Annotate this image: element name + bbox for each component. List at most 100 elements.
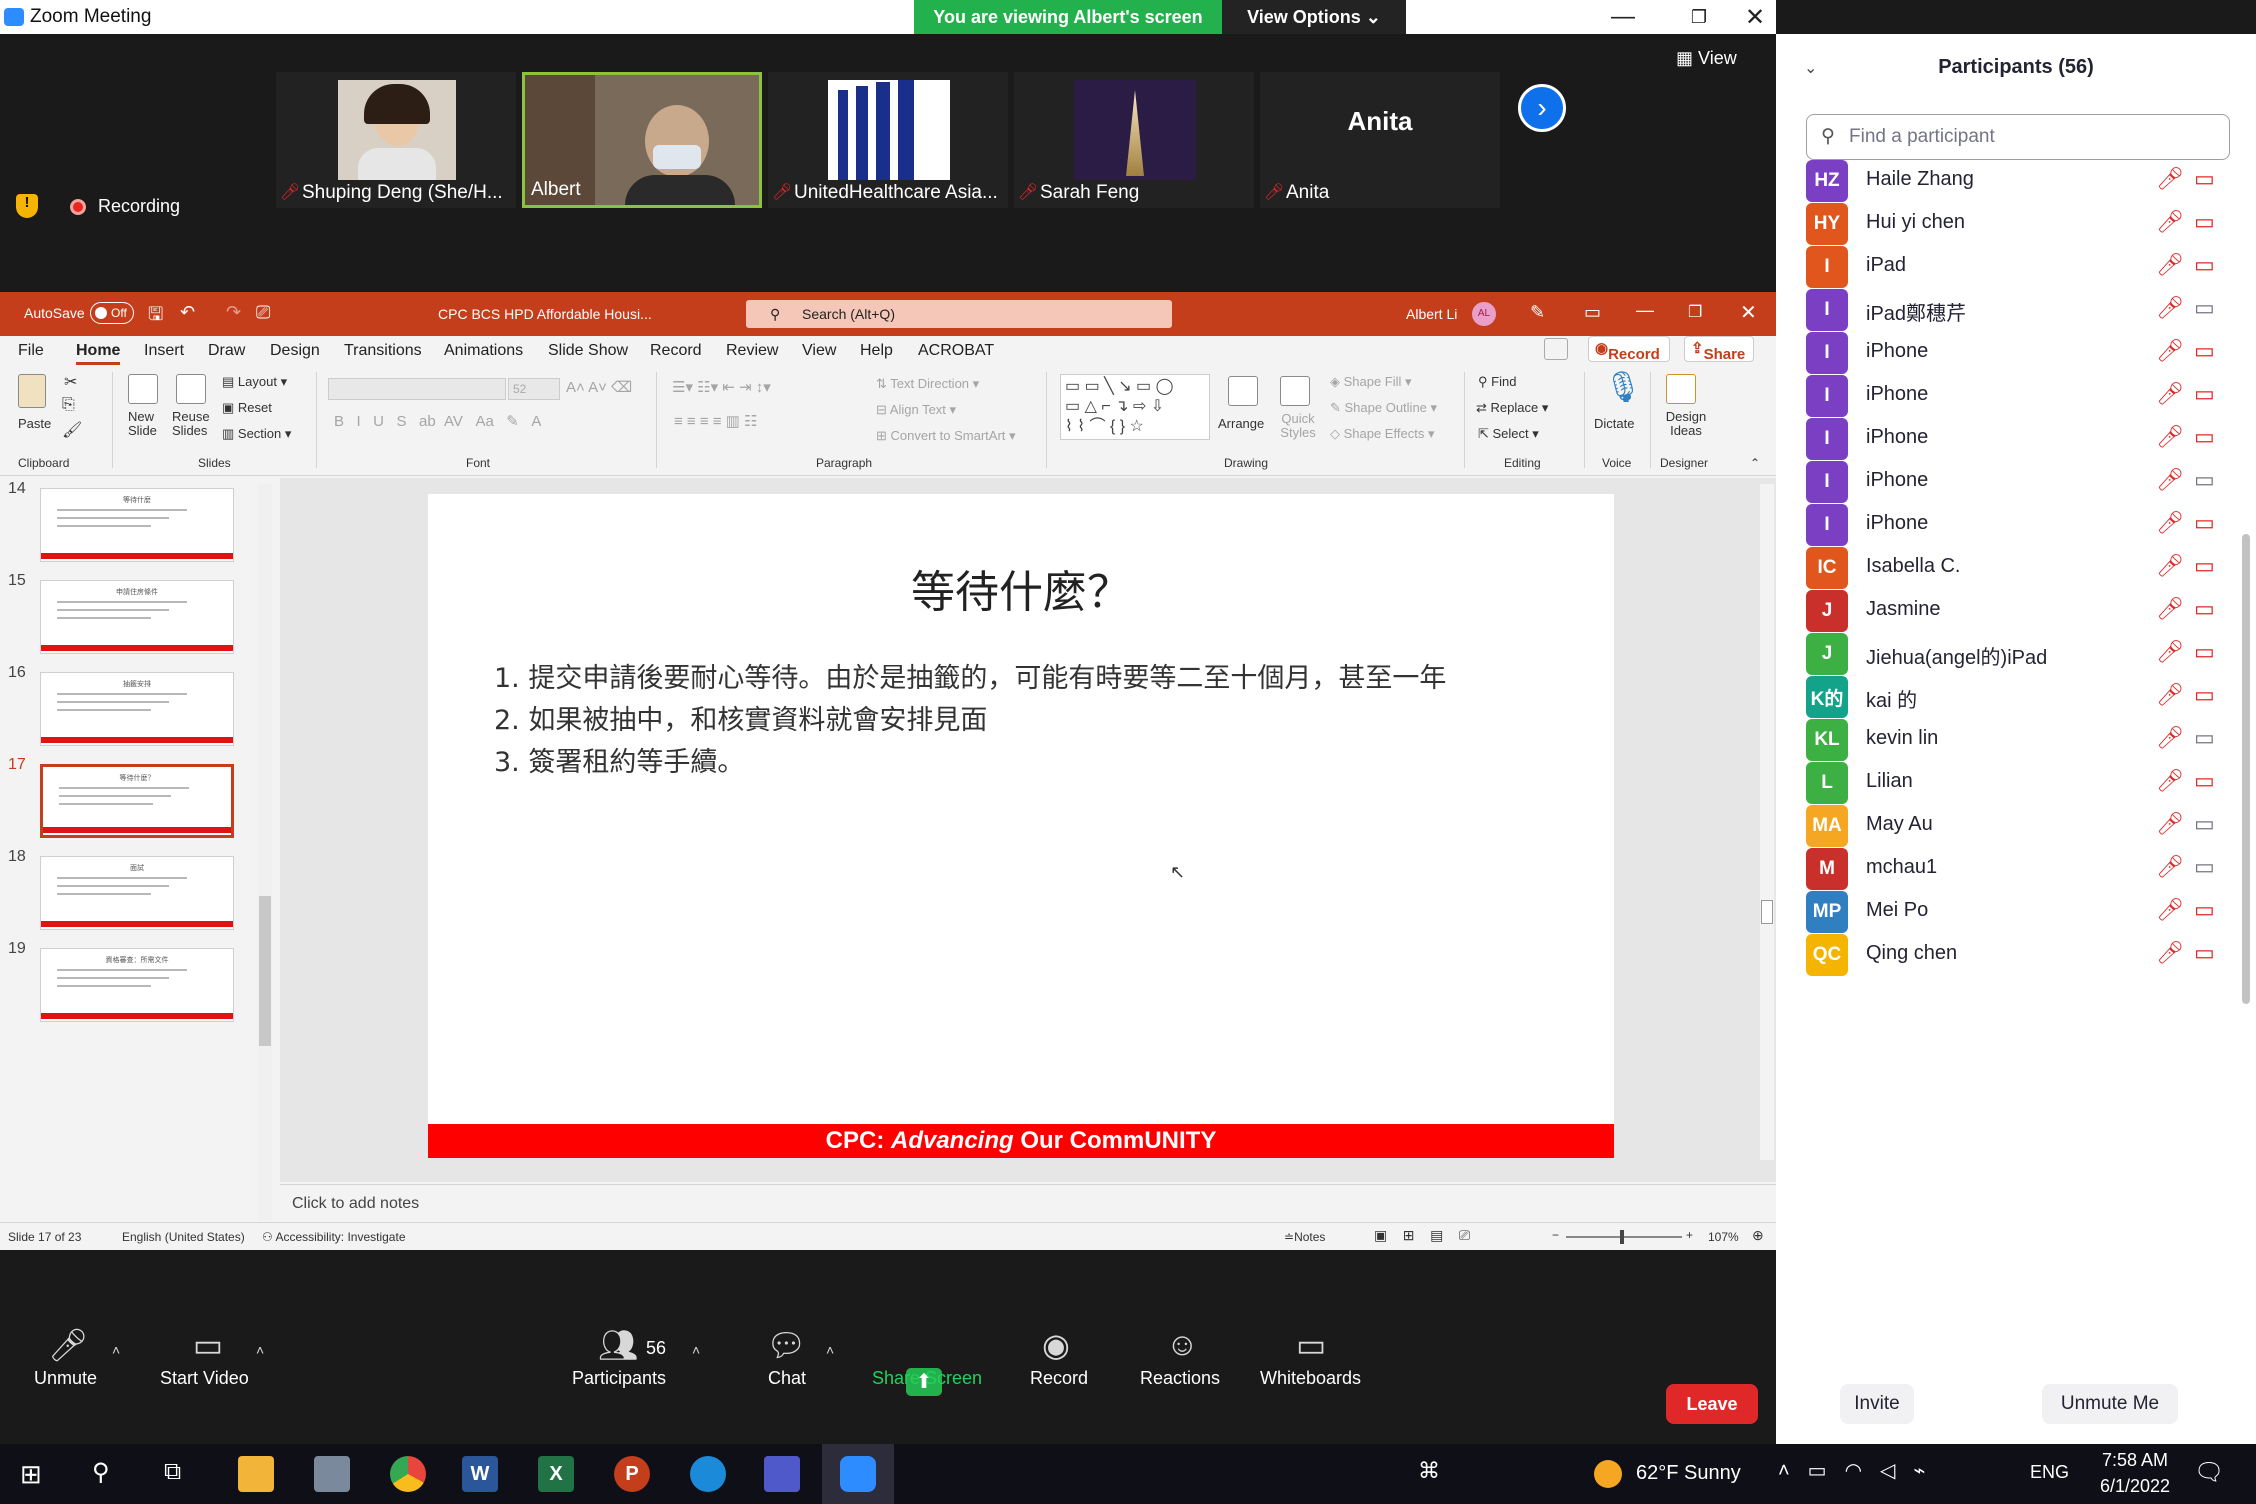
tab-transitions[interactable]: Transitions bbox=[344, 342, 422, 360]
slide-bullet-3[interactable]: 3. 簽署租約等手續。 bbox=[494, 740, 744, 779]
reactions-button[interactable]: Reactions bbox=[1140, 1368, 1220, 1389]
participant-row[interactable]: QC Qing chen 🎤︎ ▭ bbox=[1806, 924, 2236, 986]
paste-label[interactable]: Paste bbox=[18, 416, 51, 431]
invite-button[interactable]: Invite bbox=[1840, 1384, 1914, 1424]
shape-outline-button[interactable]: ✎ Shape Outline ▾ bbox=[1330, 400, 1437, 416]
list-icons[interactable]: ☰▾ ☷▾ ⇤ ⇥ ↕▾ bbox=[672, 378, 771, 396]
reset-button[interactable]: ▣ Reset bbox=[222, 400, 272, 416]
tab-record[interactable]: Record bbox=[650, 342, 702, 360]
search-icon[interactable]: ⚲ bbox=[92, 1458, 110, 1487]
quick-styles-label[interactable]: Quick Styles bbox=[1276, 412, 1320, 440]
reuse-slides-icon[interactable] bbox=[176, 374, 206, 404]
tab-home[interactable]: Home bbox=[76, 342, 121, 365]
slide-scroll-thumb[interactable] bbox=[1761, 900, 1773, 924]
zoom-in-icon[interactable]: + bbox=[1686, 1228, 1693, 1242]
tab-file[interactable]: File bbox=[18, 342, 44, 360]
clock-time[interactable]: 7:58 AM bbox=[2090, 1450, 2180, 1471]
shapes-gallery[interactable]: ▭ ▭ ╲ ↘ ▭ ◯ ▭ △ ⌐ ↴ ⇨ ⇩ ⌇ ⌇ ⌒ { } ☆ bbox=[1060, 374, 1210, 440]
paste-icon[interactable] bbox=[18, 374, 46, 408]
excel-icon[interactable]: X bbox=[538, 1456, 574, 1492]
tab-view[interactable]: View bbox=[802, 342, 836, 360]
text-direction-button[interactable]: ⇅ Text Direction ▾ bbox=[876, 376, 979, 392]
replace-button[interactable]: ⇄ Replace ▾ bbox=[1476, 400, 1548, 416]
record-button[interactable]: Record bbox=[1030, 1368, 1088, 1389]
undo-icon[interactable]: ↶ bbox=[180, 302, 195, 323]
notification-icon[interactable]: 🗨︎ bbox=[2194, 1458, 2224, 1487]
layout-button[interactable]: ▤ Layout ▾ bbox=[222, 374, 287, 390]
autosave-toggle[interactable]: Off bbox=[90, 302, 134, 324]
weather-text[interactable]: 62°F Sunny bbox=[1636, 1462, 1741, 1485]
whiteboard-icon[interactable]: ▭ bbox=[1296, 1326, 1326, 1364]
video-tile-shuping[interactable]: 🎤︎ Shuping Deng (She/H... bbox=[276, 72, 516, 208]
align-text-button[interactable]: ⊟ Align Text ▾ bbox=[876, 402, 956, 418]
zoom-out-icon[interactable]: − bbox=[1552, 1228, 1559, 1242]
tab-slide-show[interactable]: Slide Show bbox=[548, 342, 628, 360]
reuse-slides-label[interactable]: Reuse Slides bbox=[172, 410, 212, 438]
chat-chevron-icon[interactable]: ˄ bbox=[826, 1342, 834, 1358]
new-slide-icon[interactable] bbox=[128, 374, 158, 404]
user-avatar[interactable]: AL bbox=[1472, 302, 1496, 326]
edge-icon[interactable] bbox=[690, 1456, 726, 1492]
system-tray-icons[interactable]: ˄▭◠◁⌁ bbox=[1778, 1458, 1943, 1483]
convert-smartart-button[interactable]: ⊞ Convert to SmartArt ▾ bbox=[876, 428, 1016, 444]
thumbnail-scrollbar[interactable] bbox=[258, 484, 272, 1220]
security-shield-icon[interactable]: ! bbox=[16, 194, 38, 218]
format-painter-icon[interactable]: 🖌︎ bbox=[62, 420, 82, 440]
arrange-label[interactable]: Arrange bbox=[1218, 416, 1264, 431]
powerpoint-icon[interactable]: P bbox=[614, 1456, 650, 1492]
start-video-button[interactable]: Start Video bbox=[160, 1368, 249, 1389]
next-page-arrow-icon[interactable]: › bbox=[1518, 84, 1566, 132]
collapse-ribbon-icon[interactable]: ⌃ bbox=[1750, 456, 1760, 470]
tab-insert[interactable]: Insert bbox=[144, 342, 184, 360]
calculator-icon[interactable] bbox=[314, 1456, 350, 1492]
notes-toggle[interactable]: ≐Notes bbox=[1284, 1230, 1325, 1244]
video-tile-anita[interactable]: Anita 🎤︎ Anita bbox=[1260, 72, 1500, 208]
align-icons[interactable]: ≡ ≡ ≡ ≡ ▥ ☷ bbox=[674, 412, 757, 430]
reactions-icon[interactable]: ☺ bbox=[1166, 1326, 1199, 1363]
record-icon[interactable]: ◉ bbox=[1042, 1326, 1070, 1364]
shape-effects-button[interactable]: ◇ Shape Effects ▾ bbox=[1330, 426, 1434, 442]
font-format-icons[interactable]: B I U S ab AV Aa ✎ A bbox=[334, 412, 541, 430]
font-size-box[interactable]: 52 bbox=[508, 378, 560, 400]
video-tile-albert[interactable]: Albert bbox=[522, 72, 762, 208]
word-icon[interactable]: W bbox=[462, 1456, 498, 1492]
view-button[interactable]: ▦ View bbox=[1676, 48, 1737, 69]
close-icon[interactable]: ✕ bbox=[1720, 0, 1790, 34]
view-options-button[interactable]: View Options ⌄ bbox=[1222, 0, 1406, 34]
slide-thumbnail[interactable]: 面試 bbox=[40, 856, 234, 930]
ppt-search-box[interactable]: ⚲ Search (Alt+Q) bbox=[746, 300, 1172, 328]
slide-title[interactable]: 等待什麼？ bbox=[428, 556, 1614, 620]
leave-button[interactable]: Leave bbox=[1666, 1384, 1758, 1424]
record-button[interactable]: ◉ Record bbox=[1588, 336, 1670, 363]
current-slide[interactable]: 等待什麼？ 1. 提交申請後要耐心等待。由於是抽籤的，可能有時要等二至十個月，甚… bbox=[428, 494, 1614, 1158]
slide-bullet-1[interactable]: 1. 提交申請後要耐心等待。由於是抽籤的，可能有時要等二至十個月，甚至一年 bbox=[494, 656, 1446, 695]
grow-shrink-font-icon[interactable]: A˄ A˅ ⌫ bbox=[566, 378, 632, 396]
present-icon[interactable]: ⎚ bbox=[256, 302, 270, 323]
file-explorer-icon[interactable] bbox=[238, 1456, 274, 1492]
input-language[interactable]: ENG bbox=[2030, 1462, 2069, 1483]
unmute-button[interactable]: Unmute bbox=[34, 1368, 97, 1389]
notes-placeholder[interactable]: Click to add notes bbox=[292, 1195, 419, 1213]
share-button[interactable]: ⇪ Share bbox=[1684, 336, 1754, 363]
find-button[interactable]: ⚲ Find bbox=[1478, 374, 1516, 390]
comments-icon[interactable] bbox=[1544, 338, 1568, 360]
quick-styles-icon[interactable] bbox=[1280, 376, 1310, 406]
task-view-icon[interactable]: ⧉ bbox=[164, 1458, 181, 1486]
ppt-restore-icon[interactable]: ❐ bbox=[1688, 302, 1702, 322]
teams-icon[interactable] bbox=[764, 1456, 800, 1492]
chat-icon[interactable]: 💬︎ bbox=[766, 1326, 807, 1364]
whiteboards-button[interactable]: Whiteboards bbox=[1260, 1368, 1361, 1389]
slide-thumbnail[interactable]: 申請住房條件 bbox=[40, 580, 234, 654]
slide-thumbnail[interactable]: 資格審查：所需文件 bbox=[40, 948, 234, 1022]
tab-draw[interactable]: Draw bbox=[208, 342, 245, 360]
design-ideas-label[interactable]: Design Ideas bbox=[1662, 410, 1710, 438]
tab-acrobat[interactable]: ACROBAT bbox=[918, 342, 994, 360]
language-indicator[interactable]: English (United States) bbox=[122, 1230, 245, 1244]
dictate-label[interactable]: Dictate bbox=[1594, 416, 1634, 431]
share-screen-button[interactable]: Share Screen bbox=[872, 1368, 982, 1389]
pen-menu-icon[interactable]: ⌘ bbox=[1418, 1458, 1440, 1484]
fit-slide-icon[interactable]: ⊕ bbox=[1752, 1227, 1764, 1244]
design-ideas-icon[interactable] bbox=[1666, 374, 1696, 404]
tab-help[interactable]: Help bbox=[860, 342, 893, 360]
tab-design[interactable]: Design bbox=[270, 342, 320, 360]
